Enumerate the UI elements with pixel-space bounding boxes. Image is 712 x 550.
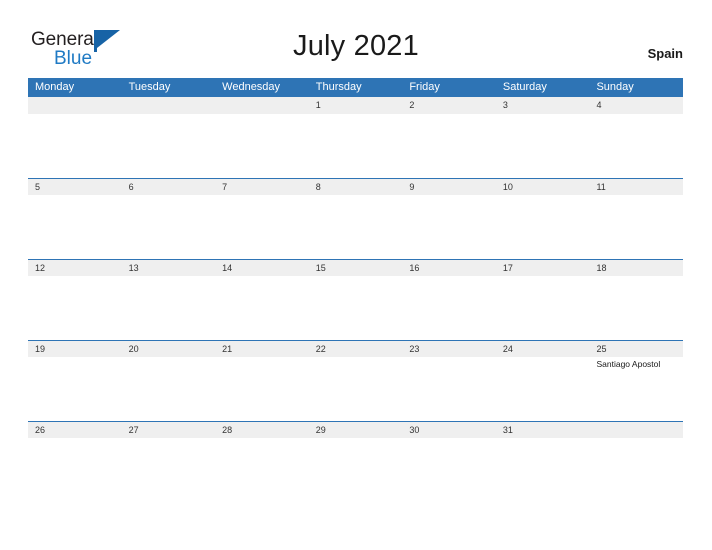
- day-number[interactable]: 19: [28, 341, 122, 357]
- day-number[interactable]: [589, 422, 683, 438]
- calendar-week-row: 1 2 3 4: [28, 97, 683, 178]
- day-cell[interactable]: [215, 276, 309, 339]
- day-cell[interactable]: [28, 276, 122, 339]
- day-number[interactable]: 26: [28, 422, 122, 438]
- day-cell[interactable]: [309, 114, 403, 177]
- weekday-header-friday: Friday: [409, 81, 440, 93]
- calendar-week-row: 12 13 14 15 16 17 18: [28, 259, 683, 340]
- day-number[interactable]: 6: [122, 179, 216, 195]
- day-number[interactable]: 30: [402, 422, 496, 438]
- day-cell[interactable]: [589, 114, 683, 177]
- weekday-header-thursday: Thursday: [315, 81, 362, 93]
- week-event-body: Santiago Apostol: [28, 357, 683, 420]
- day-cell[interactable]: [309, 357, 403, 420]
- day-number[interactable]: 18: [589, 260, 683, 276]
- day-cell[interactable]: [496, 438, 590, 501]
- day-cell[interactable]: [402, 276, 496, 339]
- day-cell[interactable]: [122, 114, 216, 177]
- day-number[interactable]: 7: [215, 179, 309, 195]
- calendar-week-row: 5 6 7 8 9 10 11: [28, 178, 683, 259]
- day-number[interactable]: 1: [309, 97, 403, 114]
- day-cell[interactable]: Santiago Apostol: [589, 357, 683, 420]
- day-number[interactable]: 8: [309, 179, 403, 195]
- weekday-header-monday: Monday: [35, 81, 75, 93]
- day-number[interactable]: 20: [122, 341, 216, 357]
- day-number[interactable]: 25: [589, 341, 683, 357]
- day-number[interactable]: 27: [122, 422, 216, 438]
- day-cell[interactable]: [589, 276, 683, 339]
- calendar-grid: Monday Tuesday Wednesday Thursday Friday…: [28, 78, 683, 502]
- week-event-body: [28, 114, 683, 177]
- day-event: Santiago Apostol: [596, 359, 661, 369]
- weekday-header-sunday: Sunday: [596, 81, 634, 93]
- day-cell[interactable]: [589, 195, 683, 258]
- weekday-header-wednesday: Wednesday: [222, 81, 281, 93]
- day-number[interactable]: 16: [402, 260, 496, 276]
- calendar-week-row: 26 27 28 29 30 31: [28, 421, 683, 502]
- day-cell[interactable]: [28, 195, 122, 258]
- day-number[interactable]: 23: [402, 341, 496, 357]
- weekday-header-row: Monday Tuesday Wednesday Thursday Friday…: [28, 78, 683, 97]
- day-cell[interactable]: [309, 276, 403, 339]
- day-cell[interactable]: [122, 276, 216, 339]
- day-number[interactable]: 22: [309, 341, 403, 357]
- day-number[interactable]: [28, 97, 122, 114]
- day-cell[interactable]: [122, 438, 216, 501]
- day-cell[interactable]: [215, 438, 309, 501]
- day-number[interactable]: 17: [496, 260, 590, 276]
- day-number[interactable]: 4: [589, 97, 683, 114]
- day-number[interactable]: [215, 97, 309, 114]
- day-cell[interactable]: [589, 438, 683, 501]
- calendar-week-row: 19 20 21 22 23 24 25 Santiago Apostol: [28, 340, 683, 421]
- day-cell[interactable]: [215, 357, 309, 420]
- week-event-body: [28, 438, 683, 501]
- week-date-band: 19 20 21 22 23 24 25: [28, 340, 683, 357]
- day-number[interactable]: 5: [28, 179, 122, 195]
- page-title: July 2021: [293, 30, 419, 62]
- week-date-band: 1 2 3 4: [28, 97, 683, 114]
- day-cell[interactable]: [402, 195, 496, 258]
- day-number[interactable]: 24: [496, 341, 590, 357]
- day-number[interactable]: 12: [28, 260, 122, 276]
- day-cell[interactable]: [402, 438, 496, 501]
- day-cell[interactable]: [496, 114, 590, 177]
- country-label: Spain: [647, 46, 683, 61]
- day-number[interactable]: 11: [589, 179, 683, 195]
- day-cell[interactable]: [309, 438, 403, 501]
- day-number[interactable]: 21: [215, 341, 309, 357]
- weekday-header-saturday: Saturday: [502, 81, 547, 93]
- day-cell[interactable]: [309, 195, 403, 258]
- week-date-band: 12 13 14 15 16 17 18: [28, 259, 683, 276]
- day-number[interactable]: 31: [496, 422, 590, 438]
- day-number[interactable]: 29: [309, 422, 403, 438]
- day-cell[interactable]: [215, 114, 309, 177]
- weekday-header-tuesday: Tuesday: [128, 81, 171, 93]
- week-event-body: [28, 276, 683, 339]
- day-number[interactable]: 9: [402, 179, 496, 195]
- day-cell[interactable]: [28, 114, 122, 177]
- calendar-page: General Blue July 2021 Spain Monday Tues…: [0, 0, 712, 550]
- day-cell[interactable]: [496, 357, 590, 420]
- day-cell[interactable]: [122, 195, 216, 258]
- day-number[interactable]: 10: [496, 179, 590, 195]
- week-event-body: [28, 195, 683, 258]
- day-number[interactable]: 14: [215, 260, 309, 276]
- day-number[interactable]: 3: [496, 97, 590, 114]
- day-number[interactable]: 2: [402, 97, 496, 114]
- day-cell[interactable]: [402, 357, 496, 420]
- day-cell[interactable]: [215, 195, 309, 258]
- week-date-band: 26 27 28 29 30 31: [28, 421, 683, 438]
- day-cell[interactable]: [496, 276, 590, 339]
- day-number[interactable]: 28: [215, 422, 309, 438]
- page-header: General Blue July 2021 Spain: [0, 0, 712, 78]
- day-number[interactable]: [122, 97, 216, 114]
- day-cell[interactable]: [496, 195, 590, 258]
- day-cell[interactable]: [122, 357, 216, 420]
- day-cell[interactable]: [402, 114, 496, 177]
- day-number[interactable]: 15: [309, 260, 403, 276]
- day-cell[interactable]: [28, 438, 122, 501]
- week-date-band: 5 6 7 8 9 10 11: [28, 178, 683, 195]
- day-cell[interactable]: [28, 357, 122, 420]
- day-number[interactable]: 13: [122, 260, 216, 276]
